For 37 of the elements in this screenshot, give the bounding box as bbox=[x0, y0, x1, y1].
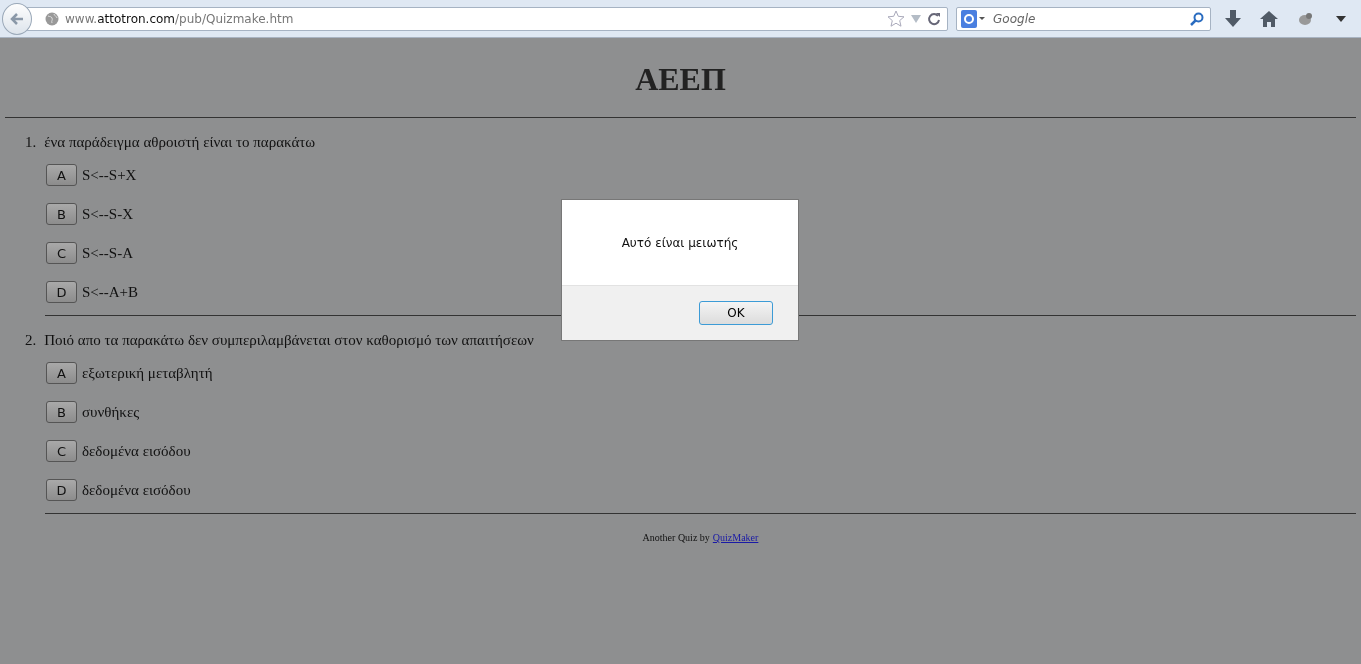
answer-button[interactable]: C bbox=[46, 242, 77, 264]
back-arrow-icon bbox=[9, 10, 25, 27]
answer-button[interactable]: B bbox=[46, 401, 77, 423]
download-arrow-icon bbox=[1224, 9, 1241, 28]
back-button[interactable] bbox=[2, 2, 33, 35]
search-field[interactable]: Google bbox=[956, 6, 1211, 31]
answer-text: συνθήκες bbox=[82, 403, 140, 421]
question-number: 1. bbox=[25, 134, 37, 151]
quiz-title: ΑΕΕΠ bbox=[634, 60, 727, 99]
ok-button[interactable]: OK bbox=[699, 301, 773, 325]
star-icon[interactable] bbox=[887, 9, 906, 28]
alert-message: Αυτό είναι μειωτής bbox=[621, 235, 739, 250]
answer-text: S<--S+X bbox=[82, 166, 137, 184]
question-text: Ποιό απο τα παρακάτω δεν συμπεριλαμβάνεται στον καθορισμό των απαιτήσεων bbox=[44, 332, 534, 349]
answer-text: εξωτερική μεταβλητή bbox=[82, 364, 213, 382]
question-number: 2. bbox=[25, 332, 37, 349]
search-icon[interactable] bbox=[1189, 11, 1204, 26]
answer-button[interactable]: D bbox=[46, 479, 77, 501]
home-icon bbox=[1259, 10, 1278, 27]
answer-button[interactable]: A bbox=[46, 164, 77, 186]
answer-text: δεδομένα εισόδου bbox=[82, 481, 191, 499]
answer-button[interactable]: A bbox=[46, 362, 77, 384]
answer-text: δεδομένα εισόδου bbox=[82, 442, 191, 460]
answer-text: S<--A+B bbox=[82, 283, 139, 301]
reload-icon[interactable] bbox=[927, 11, 942, 26]
globe-icon bbox=[45, 11, 60, 26]
answer-button[interactable]: D bbox=[46, 281, 77, 303]
answer-button[interactable]: B bbox=[46, 203, 77, 225]
url-text: www.attotron.com/pub/Quizmake.htm bbox=[65, 11, 295, 26]
answer-text: S<--S-A bbox=[82, 244, 133, 262]
quizmaker-link[interactable]: QuizMaker bbox=[712, 532, 759, 543]
answer-text: S<--S-X bbox=[82, 205, 133, 223]
question-text: ένα παράδειγμα αθροιστή είναι το παρακάτω bbox=[44, 134, 316, 151]
footer-text: Another Quiz by bbox=[642, 532, 710, 543]
answer-button[interactable]: C bbox=[46, 440, 77, 462]
address-bar[interactable]: www.attotron.com/pub/Quizmake.htm bbox=[26, 6, 949, 31]
dropdown-triangle-icon bbox=[1336, 15, 1346, 22]
